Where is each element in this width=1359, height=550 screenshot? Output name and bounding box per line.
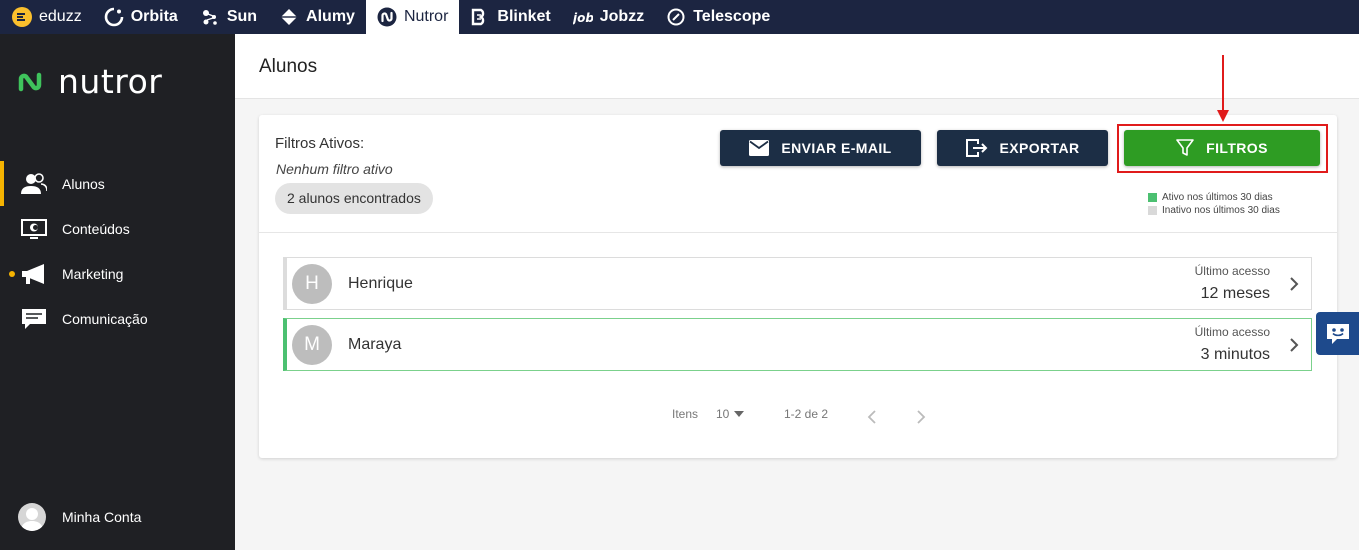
student-avatar: H xyxy=(292,264,332,304)
chevron-right-icon[interactable] xyxy=(914,409,928,425)
app-sun[interactable]: Sun xyxy=(189,0,268,34)
app-label: Alumy xyxy=(306,8,355,25)
nutror-logo[interactable]: nutror xyxy=(15,62,162,101)
app-switcher-bar: eduzz Orbita Sun Alumy Nutror Blinket jo… xyxy=(0,0,1359,34)
chevron-right-icon xyxy=(1290,338,1299,352)
svg-text:job: job xyxy=(573,11,593,25)
sidebar-item-conteudos[interactable]: Conteúdos xyxy=(0,206,235,251)
account-label: Minha Conta xyxy=(62,509,142,525)
last-access-label: Último acesso xyxy=(1194,325,1270,339)
students-card: Filtros Ativos: Nenhum filtro ativo 2 al… xyxy=(259,115,1337,458)
app-label: Telescope xyxy=(693,8,771,25)
last-access-value: 12 meses xyxy=(1200,285,1270,302)
legend-inactive: Inativo nos últimos 30 dias xyxy=(1148,204,1280,217)
button-label: ENVIAR E-MAIL xyxy=(781,140,892,156)
nutror-logo-icon xyxy=(18,72,42,91)
orbita-icon xyxy=(104,7,124,27)
send-email-button[interactable]: ENVIAR E-MAIL xyxy=(720,130,921,166)
app-nutror[interactable]: Nutror xyxy=(365,0,460,34)
sidebar-item-marketing[interactable]: Marketing xyxy=(0,251,235,296)
no-filter-text: Nenhum filtro ativo xyxy=(276,161,393,177)
page-title: Alunos xyxy=(259,56,318,77)
sidebar-item-label: Marketing xyxy=(62,265,124,282)
sidebar-item-comunicacao[interactable]: Comunicação xyxy=(0,296,235,341)
app-label: Blinket xyxy=(497,8,551,25)
legend-label: Ativo nos últimos 30 dias xyxy=(1162,192,1273,203)
activity-legend: Ativo nos últimos 30 dias Inativo nos úl… xyxy=(1148,191,1280,217)
app-label: Orbita xyxy=(130,8,178,25)
page-header: Alunos xyxy=(235,34,1359,99)
legend-active: Ativo nos últimos 30 dias xyxy=(1148,191,1280,204)
notification-dot xyxy=(9,270,15,277)
jobzz-icon: job xyxy=(573,11,593,25)
sidebar-item-label: Conteúdos xyxy=(62,220,130,237)
telescope-icon xyxy=(667,8,685,26)
page-size-select[interactable]: 10 xyxy=(716,407,745,421)
button-label: EXPORTAR xyxy=(999,140,1080,156)
app-blinket[interactable]: Blinket xyxy=(459,0,561,34)
legend-swatch-inactive xyxy=(1148,206,1157,215)
chat-bubble-icon xyxy=(20,308,48,330)
chat-widget-button[interactable] xyxy=(1316,312,1359,355)
chevron-right-icon xyxy=(1290,277,1299,291)
nutror-icon xyxy=(377,7,397,27)
student-name: Maraya xyxy=(348,336,402,353)
app-orbita[interactable]: Orbita xyxy=(93,0,189,34)
sun-icon xyxy=(202,10,217,25)
legend-swatch-active xyxy=(1148,193,1157,202)
app-telescope[interactable]: Telescope xyxy=(655,0,781,34)
alumy-icon xyxy=(281,9,298,25)
sidebar-item-alunos[interactable]: Alunos xyxy=(0,161,235,206)
student-row[interactable]: M Maraya Último acesso 3 minutos xyxy=(283,318,1312,371)
logo-text: nutror xyxy=(58,62,163,101)
app-label: eduzz xyxy=(39,8,82,25)
app-label: Nutror xyxy=(403,8,449,25)
legend-label: Inativo nos últimos 30 dias xyxy=(1162,205,1280,216)
student-row[interactable]: H Henrique Último acesso 12 meses xyxy=(283,257,1312,310)
filters-highlight-box xyxy=(1117,124,1328,173)
annotation-arrow xyxy=(1217,55,1229,122)
avatar xyxy=(18,503,46,531)
blinket-icon xyxy=(472,8,485,26)
sidebar-item-label: Alunos xyxy=(62,175,105,192)
export-icon xyxy=(965,139,987,157)
megaphone-icon xyxy=(20,263,48,285)
active-filters-label: Filtros Ativos: xyxy=(275,135,365,152)
caret-down-icon xyxy=(734,411,745,417)
app-jobzz[interactable]: job Jobzz xyxy=(562,0,655,34)
chevron-left-icon[interactable] xyxy=(865,409,879,425)
results-count-chip: 2 alunos encontrados xyxy=(275,183,433,214)
student-name: Henrique xyxy=(348,275,413,292)
app-label: Sun xyxy=(226,8,258,25)
pagination-items-label: Itens xyxy=(672,407,699,421)
divider xyxy=(259,232,1337,233)
last-access-value: 3 minutos xyxy=(1200,346,1270,363)
export-button[interactable]: EXPORTAR xyxy=(937,130,1108,166)
envelope-icon xyxy=(749,140,770,156)
sidebar: nutror Alunos Conteúdos Marketing Comuni… xyxy=(0,34,235,550)
students-icon xyxy=(20,172,48,195)
last-access-label: Último acesso xyxy=(1194,264,1270,278)
student-avatar: M xyxy=(292,325,332,365)
account-menu[interactable]: Minha Conta xyxy=(18,503,141,531)
page-size-value: 10 xyxy=(716,407,730,421)
content-monitor-icon xyxy=(20,218,48,239)
sidebar-item-label: Comunicação xyxy=(62,310,148,327)
eduzz-logo-icon xyxy=(12,7,32,27)
app-alumy[interactable]: Alumy xyxy=(268,0,366,34)
app-label: Jobzz xyxy=(599,8,645,25)
chat-support-icon xyxy=(1326,323,1349,344)
app-eduzz[interactable]: eduzz xyxy=(0,0,93,34)
pagination-range: 1-2 de 2 xyxy=(784,407,829,421)
